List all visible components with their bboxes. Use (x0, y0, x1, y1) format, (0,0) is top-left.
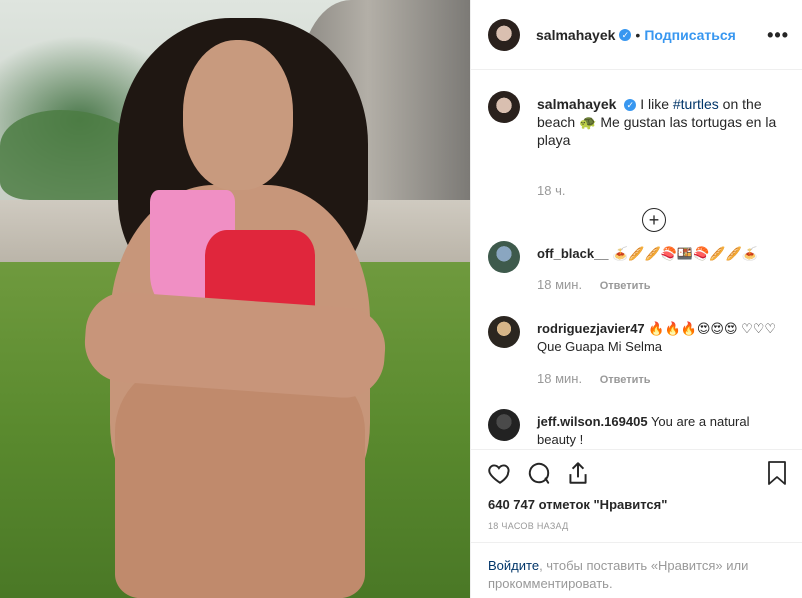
comment-username[interactable]: off_black__ (537, 246, 609, 261)
bookmark-icon[interactable] (765, 460, 789, 486)
comment-time[interactable]: 18 мин. (537, 371, 582, 386)
post-time-ago[interactable]: 18 ЧАСОВ НАЗАД (488, 521, 569, 531)
comment-avatar[interactable] (488, 241, 520, 273)
comment-avatar[interactable] (488, 409, 520, 441)
caption-hashtag-link[interactable]: #turtles (673, 96, 719, 112)
reply-button[interactable]: Ответить (600, 374, 651, 386)
photo-face (183, 40, 293, 190)
verified-badge-icon: ✓ (619, 28, 632, 41)
comment-icon[interactable] (526, 460, 552, 486)
author-username[interactable]: salmahayek (536, 27, 615, 43)
comment-time[interactable]: 18 мин. (537, 277, 582, 292)
follow-button[interactable]: Подписаться (644, 27, 736, 43)
caption-avatar[interactable] (488, 91, 520, 123)
comment-body: jeff.wilson.169405 You are a natural bea… (537, 413, 782, 449)
reply-button[interactable]: Ответить (600, 280, 651, 292)
comment-body: rodriguezjavier47 🔥🔥🔥😍😍😍 ♡♡♡ Que Guapa M… (537, 320, 782, 356)
post-side-panel: salmahayek ✓ • Подписаться ••• salmahaye… (470, 0, 802, 598)
caption-timestamp[interactable]: 18 ч. (537, 183, 565, 198)
caption-verified-icon: ✓ (624, 99, 637, 112)
post-actions: 640 747 отметок "Нравится" 18 ЧАСОВ НАЗА… (471, 449, 802, 598)
comment-text: 🍝🥖🥖🍣🍱🍣🥖🥖🍝 (612, 246, 758, 261)
post-header: salmahayek ✓ • Подписаться ••• (471, 0, 802, 70)
load-more-comments-button[interactable]: + (642, 208, 666, 232)
action-icons (487, 460, 591, 486)
login-link[interactable]: Войдите (488, 558, 539, 573)
comment-avatar[interactable] (488, 316, 520, 348)
likes-count[interactable]: 640 747 отметок "Нравится" (488, 497, 667, 512)
separator-dot: • (635, 26, 641, 43)
caption-text: salmahayek ✓ I like #turtles on the beac… (537, 95, 791, 149)
more-options-icon[interactable]: ••• (767, 25, 789, 46)
comments-list[interactable]: salmahayek ✓ I like #turtles on the beac… (471, 71, 802, 449)
comment-meta: 18 мин. Ответить (537, 371, 651, 386)
comment-body: off_black__ 🍝🥖🥖🍣🍱🍣🥖🥖🍝 (537, 245, 782, 263)
comment-username[interactable]: rodriguezjavier47 (537, 321, 645, 336)
caption-text-before: I like (640, 96, 673, 112)
comment-meta: 18 мин. Ответить (537, 277, 651, 292)
login-prompt: Войдите, чтобы поставить «Нравится» или … (471, 542, 802, 598)
post-photo[interactable] (0, 0, 470, 598)
caption-username[interactable]: salmahayek (537, 96, 616, 112)
comment-username[interactable]: jeff.wilson.169405 (537, 414, 648, 429)
author-avatar[interactable] (488, 18, 520, 51)
share-icon[interactable] (565, 460, 591, 486)
heart-icon[interactable] (487, 460, 513, 486)
